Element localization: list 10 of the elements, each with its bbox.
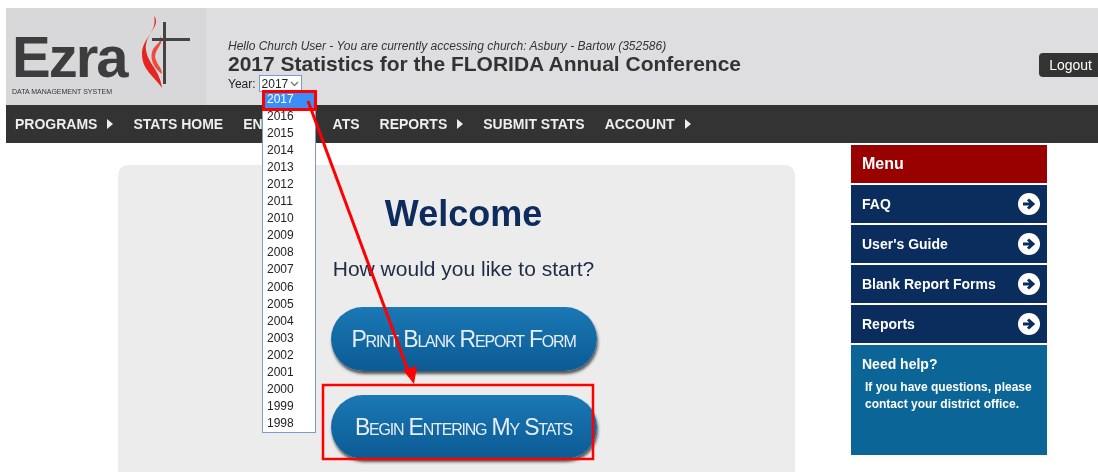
welcome-heading: Welcome: [384, 193, 543, 235]
year-label: Year:: [228, 76, 256, 91]
logo-wordmark: Ezra: [12, 30, 127, 84]
greeting-text: Hello Church User - You are currently accessing church: Asbury - Bartow (352586): [228, 39, 667, 53]
help-title: Need help?: [862, 356, 938, 372]
help-text: If you have questions, please contact your district office.: [865, 379, 1033, 413]
nav-item-end: ATS: [332, 116, 360, 132]
menu-header: Menu: [851, 145, 1047, 183]
nav-item-start: EN: [243, 116, 263, 132]
page-title: 2017 Statistics for the FLORIDA Annual Conference: [228, 54, 742, 73]
